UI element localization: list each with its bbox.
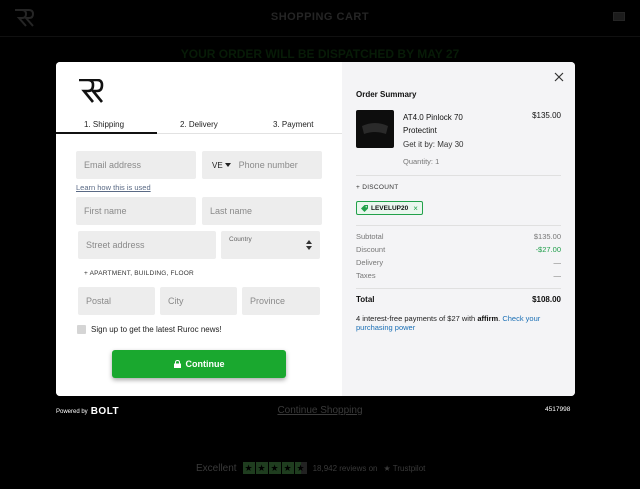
- star-icon: ★: [242, 462, 255, 474]
- discount-label: Discount: [356, 245, 386, 254]
- taxes-label: Taxes: [356, 271, 376, 280]
- city-field[interactable]: City: [160, 287, 237, 315]
- country-label: Country: [229, 236, 252, 243]
- tab-delivery[interactable]: 2. Delivery: [180, 120, 218, 129]
- caret-down-icon: [224, 163, 231, 167]
- order-summary-panel: Order Summary AT4.0 Pinlock 70 Protectin…: [342, 62, 575, 396]
- continue-label: Continue: [185, 359, 225, 369]
- star-icon: ★: [255, 462, 268, 474]
- discount-value: -$27.00: [535, 245, 561, 254]
- tab-payment[interactable]: 3. Payment: [273, 120, 313, 129]
- ruroc-logo-icon: [79, 79, 104, 103]
- product-name: AT4.0 Pinlock 70 Protectint: [403, 113, 463, 135]
- trustpilot-review-count: 18,942 reviews on: [312, 463, 378, 473]
- delivery-label: Delivery: [356, 258, 384, 267]
- continue-button[interactable]: Continue: [112, 350, 286, 378]
- close-icon[interactable]: [554, 72, 564, 82]
- subtotal-value: $135.00: [533, 232, 561, 241]
- affirm-message: 4 interest-free payments of $27 with aff…: [356, 314, 541, 332]
- active-tab-indicator: [56, 132, 157, 134]
- select-arrows-icon: [306, 240, 312, 250]
- order-id: 4517998: [545, 406, 571, 413]
- visor-image: [362, 123, 388, 134]
- lock-icon: [173, 360, 181, 368]
- summary-divider: [356, 288, 561, 289]
- country-select[interactable]: Country: [221, 231, 320, 259]
- summary-divider: [356, 225, 561, 226]
- checkout-modal: 1. Shipping 2. Delivery 3. Payment Email…: [56, 62, 575, 396]
- trustpilot-rating-label: Excellent: [196, 462, 237, 474]
- summary-divider: [356, 175, 561, 176]
- subtotal-label: Subtotal: [356, 232, 384, 241]
- trustpilot-widget[interactable]: Excellent ★ ★ ★ ★ ★ 18,942 reviews on ★ …: [196, 462, 425, 474]
- total-value: $108.00: [532, 295, 561, 304]
- checkout-form-panel: 1. Shipping 2. Delivery 3. Payment Email…: [56, 62, 342, 396]
- last-name-field[interactable]: Last name: [202, 197, 322, 225]
- add-discount-link[interactable]: + DISCOUNT: [356, 184, 399, 191]
- product-delivery-estimate: Get it by: May 30: [403, 140, 464, 149]
- newsletter-checkbox[interactable]: [77, 325, 86, 334]
- affirm-text: 4 interest-free payments of $27 with: [356, 314, 476, 323]
- product-quantity: Quantity: 1: [403, 157, 440, 166]
- trustpilot-stars: ★ ★ ★ ★ ★: [242, 462, 307, 474]
- street-address-field[interactable]: Street address: [78, 231, 216, 259]
- star-icon: ★: [268, 462, 281, 474]
- product-price: $135.00: [532, 111, 561, 120]
- trustpilot-brand: Trustpilot: [392, 463, 426, 473]
- email-field[interactable]: Email address: [76, 151, 196, 179]
- star-half-icon: ★: [294, 462, 307, 474]
- affirm-logo: affirm: [477, 314, 499, 323]
- order-summary-title: Order Summary: [356, 90, 417, 99]
- first-name-field[interactable]: First name: [76, 197, 196, 225]
- newsletter-label: Sign up to get the latest Ruroc news!: [91, 325, 222, 334]
- remove-coupon-icon[interactable]: ×: [413, 204, 418, 213]
- star-icon: ★: [281, 462, 294, 474]
- product-image: [356, 110, 394, 148]
- phone-input[interactable]: Phone number: [239, 160, 298, 170]
- coupon-tag: LEVELUP20 ×: [356, 201, 423, 215]
- tag-icon: [361, 204, 368, 212]
- delivery-value: —: [553, 258, 562, 267]
- country-code-select[interactable]: VE: [212, 161, 223, 170]
- tab-shipping[interactable]: 1. Shipping: [84, 120, 124, 129]
- trustpilot-logo: ★ Trustpilot: [383, 463, 426, 473]
- total-label: Total: [356, 295, 375, 304]
- province-field[interactable]: Province: [242, 287, 320, 315]
- phone-field[interactable]: VE Phone number: [202, 151, 322, 179]
- taxes-value: —: [553, 271, 562, 280]
- coupon-code: LEVELUP20: [371, 204, 409, 212]
- learn-how-link[interactable]: Learn how this is used: [76, 183, 151, 192]
- add-apartment-link[interactable]: + APARTMENT, BUILDING, FLOOR: [84, 270, 194, 277]
- continue-shopping-link[interactable]: Continue Shopping: [0, 405, 640, 416]
- postal-field[interactable]: Postal: [78, 287, 155, 315]
